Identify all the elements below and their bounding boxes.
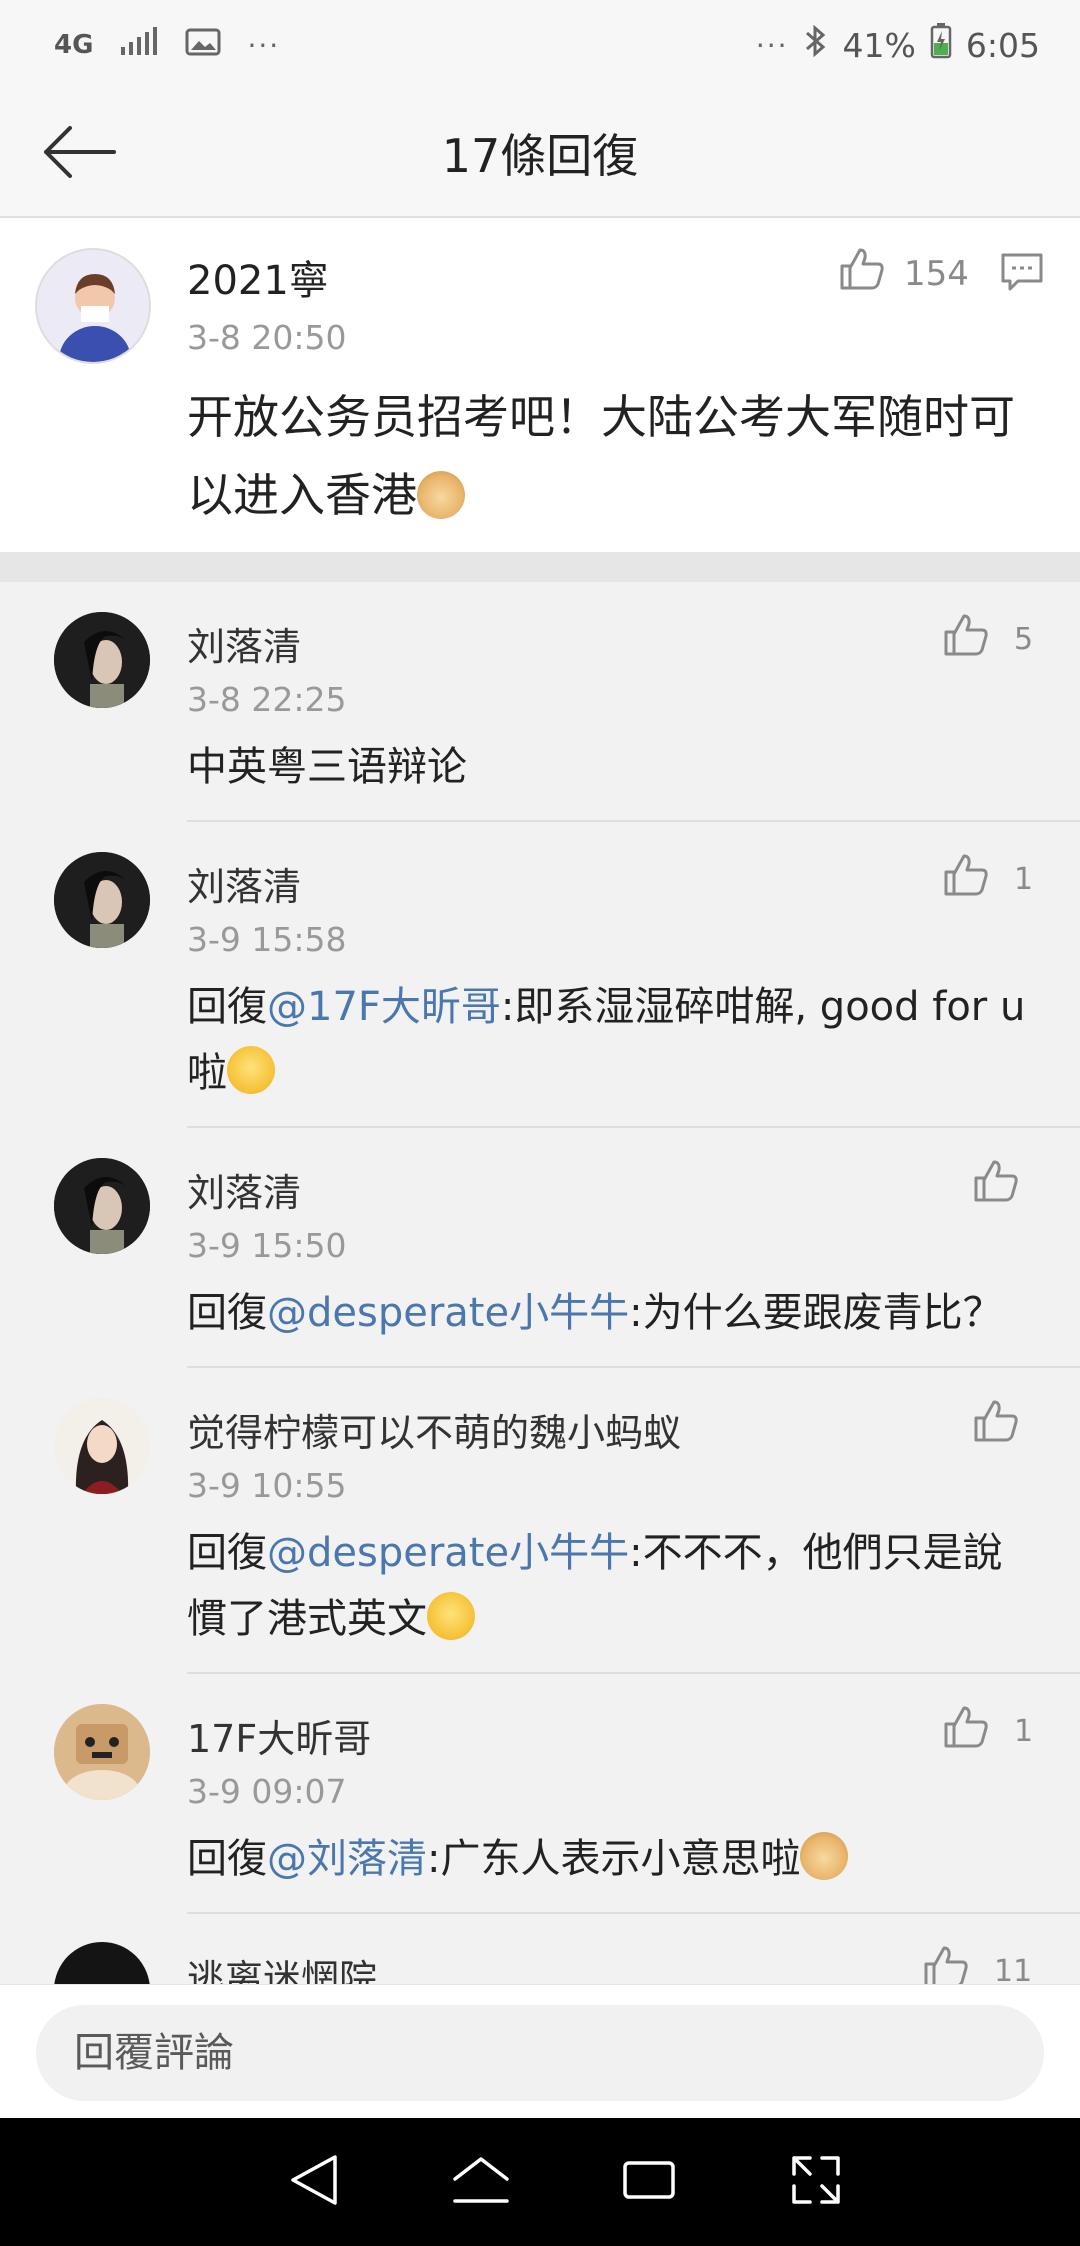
avatar[interactable] [54, 1704, 150, 1800]
like-count: 1 [1014, 861, 1034, 897]
reply-item: 觉得柠檬可以不萌的魏小蚂蚁 3-9 10:55 回復@desperate小牛牛:… [0, 1368, 1080, 1674]
thumbs-up-icon [972, 1398, 1020, 1452]
avatar[interactable] [54, 1398, 150, 1494]
like-button[interactable]: 11 [922, 1944, 1032, 1984]
doge-emoji-icon [800, 1832, 849, 1880]
avatar[interactable] [54, 612, 150, 708]
laughing-emoji-icon [427, 1592, 475, 1640]
reply-input-bar [0, 1984, 1080, 2118]
recent-apps-icon [621, 2157, 677, 2207]
reply-username[interactable]: 刘落清 [187, 1162, 301, 1217]
reply-timestamp: 3-9 10:55 [187, 1466, 347, 1505]
signal-icon [119, 26, 159, 65]
like-count: 5 [1014, 621, 1034, 657]
thumbs-up-icon [838, 246, 886, 301]
screen: 4G ··· ··· 41% 6:05 17條回復 2021寧 3-8 20:5… [0, 0, 1080, 2246]
thumbs-up-icon [942, 612, 990, 666]
avatar[interactable] [35, 248, 151, 364]
main-comment: 2021寧 3-8 20:50 154 开放公务员招考吧！大陆公考大军随时可以进… [0, 218, 1080, 552]
reply-username[interactable]: 逃离迷惘院 [187, 1948, 377, 1984]
comment-text-content: 开放公务员招考吧！大陆公考大军随时可以进入香港 [187, 390, 1015, 522]
mention-link[interactable]: @desperate小牛牛 [267, 1290, 629, 1336]
reply-text: 回復@desperate小牛牛:不不不，他們只是說慣了港式英文 [187, 1520, 1037, 1652]
reply-item: 刘落清 3-9 15:50 回復@desperate小牛牛:为什么要跟废青比？ [0, 1128, 1080, 1368]
reply-username[interactable]: 觉得柠檬可以不萌的魏小蚂蚁 [187, 1402, 681, 1457]
reply-timestamp: 3-9 15:50 [187, 1226, 347, 1265]
reply-list: 刘落清 3-8 22:25 中英粤三语辩论 5 刘落清 3-9 15:58 回復… [0, 582, 1080, 1984]
avatar[interactable] [54, 1942, 150, 1984]
page-title: 17條回復 [441, 129, 639, 183]
nav-back-button[interactable] [279, 2147, 349, 2217]
bluetooth-icon [803, 23, 829, 67]
reply-text: 回復@17F大昕哥:即系湿湿碎咁解, good for u 啦 [187, 974, 1037, 1106]
reply-text: 中英粤三语辩论 [187, 744, 467, 790]
doge-emoji-icon [417, 471, 465, 519]
back-arrow-icon [40, 122, 116, 186]
comment-username[interactable]: 2021寧 [187, 248, 329, 306]
status-right: ··· 41% 6:05 [756, 23, 1040, 67]
like-count: 1 [1014, 1713, 1034, 1749]
like-button[interactable]: 1 [942, 1704, 1033, 1758]
reply-username[interactable]: 17F大昕哥 [187, 1708, 371, 1763]
battery-percent: 41% [842, 25, 916, 65]
thumbs-up-icon [942, 1704, 990, 1758]
laughing-emoji-icon [227, 1046, 275, 1094]
reply-body: :为什么要跟废青比？ [629, 1290, 1003, 1336]
reply-text: 回復@desperate小牛牛:为什么要跟废青比？ [187, 1280, 1037, 1346]
reply-prefix: 回復 [187, 1530, 267, 1576]
clock: 6:05 [965, 25, 1040, 65]
thumbs-up-icon [922, 1944, 970, 1984]
mention-link[interactable]: @刘落清 [267, 1836, 427, 1882]
reply-item: 刘落清 3-9 15:58 回復@17F大昕哥:即系湿湿碎咁解, good fo… [0, 822, 1080, 1128]
like-count: 11 [994, 1953, 1033, 1985]
status-bar: 4G ··· ··· 41% 6:05 [0, 0, 1080, 90]
battery-icon [930, 23, 952, 67]
like-count: 154 [904, 253, 969, 294]
reply-timestamp: 3-8 22:25 [187, 680, 347, 719]
status-more-left: ··· [247, 28, 281, 62]
like-button[interactable]: 5 [942, 612, 1033, 666]
title-bar: 17條回復 [0, 90, 1080, 218]
nav-recent-button[interactable] [614, 2147, 684, 2217]
like-button[interactable] [972, 1398, 1044, 1452]
reply-username[interactable]: 刘落清 [187, 616, 301, 671]
like-button[interactable]: 154 [838, 246, 969, 301]
reply-body: :广东人表示小意思啦 [427, 1836, 801, 1882]
reply-prefix: 回復 [187, 1836, 267, 1882]
like-button[interactable]: 1 [942, 852, 1033, 906]
reply-item: 17F大昕哥 3-9 09:07 回復@刘落清:广东人表示小意思啦 1 [0, 1674, 1080, 1914]
system-nav-bar [0, 2118, 1080, 2246]
mention-link[interactable]: @17F大昕哥 [267, 984, 501, 1030]
nav-home-button[interactable] [446, 2147, 516, 2217]
section-divider [0, 552, 1080, 582]
status-left: 4G ··· [54, 26, 280, 65]
mention-link[interactable]: @desperate小牛牛 [267, 1530, 629, 1576]
network-type: 4G [54, 30, 94, 60]
status-more-right: ··· [755, 28, 789, 62]
like-button[interactable] [972, 1158, 1044, 1212]
thumbs-up-icon [942, 852, 990, 906]
reply-item: 刘落清 3-8 22:25 中英粤三语辩论 5 [0, 582, 1080, 822]
back-button[interactable] [40, 120, 124, 188]
avatar[interactable] [54, 1158, 150, 1254]
expand-icon [790, 2154, 842, 2210]
reply-username[interactable]: 刘落清 [187, 856, 301, 911]
home-icon [451, 2153, 511, 2211]
comment-icon [1000, 253, 1044, 296]
thumbs-up-icon [972, 1158, 1020, 1212]
reply-input[interactable] [36, 2005, 1044, 2101]
reply-button[interactable] [1000, 252, 1044, 296]
reply-prefix: 回復 [187, 984, 267, 1030]
nav-expand-button[interactable] [781, 2147, 851, 2217]
triangle-back-icon [289, 2153, 339, 2211]
image-icon [185, 26, 221, 65]
reply-prefix: 回復 [187, 1290, 267, 1336]
comment-timestamp: 3-8 20:50 [187, 318, 347, 357]
reply-timestamp: 3-9 09:07 [187, 1772, 347, 1811]
reply-text: 回復@刘落清:广东人表示小意思啦 [187, 1826, 1037, 1892]
avatar[interactable] [54, 852, 150, 948]
comment-text: 开放公务员招考吧！大陆公考大军随时可以进入香港 [187, 378, 1027, 534]
reply-timestamp: 3-9 15:58 [187, 920, 347, 959]
reply-item: 逃离迷惘院 11 [0, 1914, 1080, 1984]
